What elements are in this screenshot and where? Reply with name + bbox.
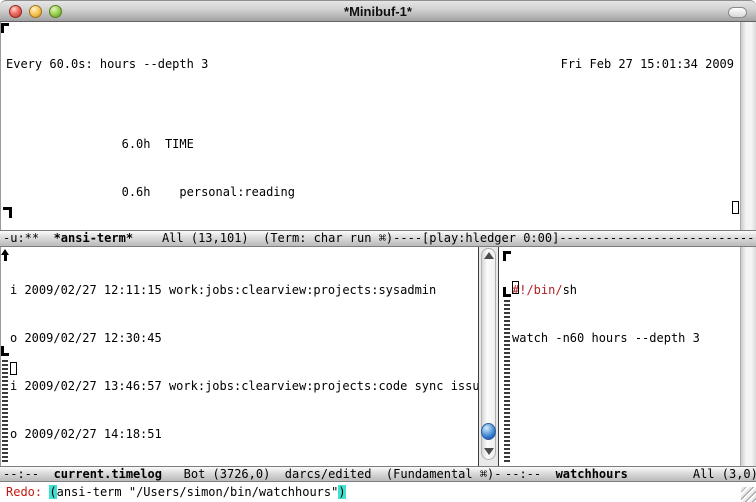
fringe-empty-lines-icon bbox=[2, 360, 8, 463]
timelog-hollow-cursor bbox=[10, 362, 17, 375]
timelog-entry: i 2009/02/27 12:11:15 work:jobs:clearvie… bbox=[10, 282, 478, 298]
script-scrollbar-track[interactable] bbox=[740, 247, 756, 466]
timelog-scrollbar[interactable] bbox=[478, 247, 498, 466]
paren-match-close: ) bbox=[338, 485, 345, 499]
report-line: 0.6h personal:reading bbox=[6, 184, 734, 200]
toolbar-toggle-button[interactable] bbox=[728, 7, 747, 18]
mode-line-timelog[interactable]: --:-- current.timelog Bot (3726,0) darcs… bbox=[0, 466, 500, 482]
fringe-top-angle-icon bbox=[1, 23, 9, 33]
term-scrollbar-track[interactable] bbox=[740, 22, 756, 230]
term-hollow-cursor bbox=[732, 201, 739, 214]
scrollbar-down-arrow-icon[interactable] bbox=[484, 448, 494, 455]
mode-line-flags: --:-- bbox=[3, 467, 54, 481]
mode-line-flags: --:-- bbox=[505, 467, 556, 481]
shebang-line: #!/bin/sh bbox=[512, 282, 700, 298]
fringe-up-arrow-icon bbox=[1, 249, 10, 261]
window-title: *Minibuf-1* bbox=[0, 4, 756, 19]
buffer-name: current.timelog bbox=[54, 467, 162, 481]
scrollbar-up-arrow-icon[interactable] bbox=[484, 252, 494, 259]
fringe-bottom-angle-icon bbox=[503, 287, 511, 297]
emacs-frame: *Minibuf-1* Every 60.0s: hours --depth 3… bbox=[0, 0, 756, 502]
mode-line-status: All (3,0) bbox=[628, 467, 756, 481]
watchhours-window[interactable]: #!/bin/sh watch -n60 hours --depth 3 bbox=[498, 247, 740, 466]
mode-line-status: All (13,101) (Term: char run ⌘)----[play… bbox=[133, 231, 756, 245]
fringe-top-angle-icon bbox=[503, 251, 511, 261]
mode-line-ansi-term[interactable]: -u:** *ansi-term* All (13,101) (Term: ch… bbox=[0, 230, 756, 247]
fringe-bottom-corner-icon bbox=[3, 207, 12, 218]
mode-line-status: Bot (3726,0) darcs/edited (Fundamental ⌘… bbox=[162, 467, 500, 481]
timelog-window[interactable]: i 2009/02/27 12:11:15 work:jobs:clearvie… bbox=[0, 247, 478, 466]
minibuffer-command: ansi-term "/Users/simon/bin/watchhours" bbox=[57, 485, 339, 499]
title-bar[interactable]: *Minibuf-1* bbox=[0, 0, 756, 22]
report-line: 6.0h TIME bbox=[6, 136, 734, 152]
script-hollow-cursor bbox=[512, 281, 519, 294]
ansi-term-window[interactable]: Every 60.0s: hours --depth 3 Fri Feb 27 … bbox=[0, 22, 740, 230]
timelog-entry: i 2009/02/27 13:46:57 work:jobs:clearvie… bbox=[10, 378, 478, 394]
paren-match-open: ( bbox=[49, 485, 56, 499]
fringe-empty-lines-icon bbox=[504, 300, 510, 463]
watch-datetime-text: Fri Feb 27 15:01:34 2009 bbox=[561, 56, 734, 72]
script-command-line: watch -n60 hours --depth 3 bbox=[512, 330, 700, 346]
scrollbar-thumb[interactable] bbox=[481, 423, 496, 440]
mode-line-flags: -u:** bbox=[3, 231, 54, 245]
shebang-interpreter: sh bbox=[563, 283, 577, 297]
minibuffer-prompt: Redo: bbox=[6, 485, 49, 499]
minibuffer[interactable]: Redo: (ansi-term "/Users/simon/bin/watch… bbox=[0, 482, 756, 502]
timelog-entry: o 2009/02/27 14:18:51 bbox=[10, 426, 478, 442]
fringe-bottom-angle-icon bbox=[1, 346, 9, 356]
timelog-entry: o 2009/02/27 12:30:45 bbox=[10, 330, 478, 346]
watch-command-text: Every 60.0s: hours --depth 3 bbox=[6, 56, 208, 72]
buffer-name: watchhours bbox=[556, 467, 628, 481]
shebang-comment: #!/bin/ bbox=[512, 283, 563, 297]
mode-line-watchhours[interactable]: --:-- watchhours All (3,0) bbox=[500, 466, 756, 482]
buffer-name: *ansi-term* bbox=[54, 231, 133, 245]
watch-header: Every 60.0s: hours --depth 3 Fri Feb 27 … bbox=[6, 56, 734, 72]
resize-grip[interactable] bbox=[741, 487, 756, 502]
